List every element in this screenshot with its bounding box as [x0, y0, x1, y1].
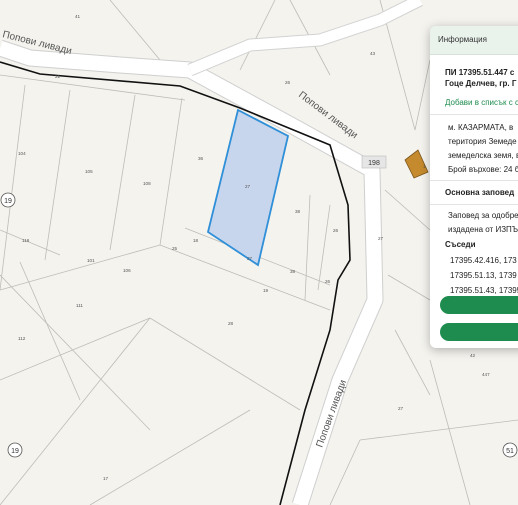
locality-marker-label: 19	[11, 448, 19, 455]
info-panel: Информация ПИ 17395.51.447 с Гоце Делчев…	[430, 26, 518, 348]
parcel-number: 104	[18, 151, 26, 156]
neighbors-line: 17395.51.43, 17395	[450, 286, 518, 295]
neighbors-line: 17395.42.416, 173	[450, 256, 517, 265]
locality-marker-label: 51	[506, 448, 514, 455]
primary-action-button[interactable]: П	[440, 296, 518, 314]
parcel-number: 27	[247, 256, 253, 261]
parcel-number: 43	[370, 51, 376, 56]
parcel-number: 36	[198, 156, 204, 161]
secondary-action-button[interactable]	[440, 323, 518, 341]
divider	[430, 204, 518, 205]
parcel-description-line: Брой върхове: 24 б	[448, 165, 518, 174]
parcel-number: 26	[285, 80, 291, 85]
parcel-number: 26	[325, 279, 331, 284]
parcel-number: 41	[75, 14, 81, 19]
parcel-number: 27	[378, 236, 384, 241]
info-panel-title: Информация	[438, 35, 487, 44]
parcel-number: 26	[333, 228, 339, 233]
parcel-number: 1	[423, 164, 426, 169]
parcel-number: 38	[295, 209, 301, 214]
parcel-location: Гоце Делчев, гр. Г	[445, 79, 517, 88]
locality-marker-label: 19	[4, 198, 12, 205]
basis-order-title: Основна заповед	[445, 188, 515, 197]
add-to-list-link[interactable]: Добави в списък с с	[445, 98, 518, 107]
parcel-number: 19	[263, 288, 269, 293]
info-panel-header: Информация	[430, 26, 518, 55]
parcel-number: 38	[290, 269, 296, 274]
neighbors-line: 17395.51.13, 1739	[450, 271, 517, 280]
parcel-description-line: земеделска земя, в	[448, 151, 518, 160]
parcel-number: 18	[193, 238, 199, 243]
parcel-id: ПИ 17395.51.447 с	[445, 68, 515, 77]
parcel-number: 27	[398, 406, 404, 411]
parcel-description-line: територия Земеде	[448, 137, 517, 146]
parcel-number: 25	[172, 246, 178, 251]
parcel-number: 17	[103, 476, 109, 481]
road-number: 198	[368, 160, 380, 167]
basis-order-line: Заповед за одобре	[448, 211, 518, 220]
parcel-number: 111	[76, 303, 83, 308]
parcel-number: 106	[123, 268, 131, 273]
parcel-number: 447	[482, 372, 490, 377]
parcel-number: 21	[55, 74, 61, 79]
parcel-number: 108	[143, 181, 151, 186]
parcel-number: 112	[18, 336, 26, 341]
parcel-number: 101	[87, 258, 95, 263]
neighbors-title: Съседи	[445, 240, 476, 249]
divider	[430, 114, 518, 115]
parcel-description-line: м. КАЗАРМАТА, в	[448, 123, 514, 132]
parcel-number: 105	[85, 169, 93, 174]
divider	[430, 180, 518, 181]
parcel-number: 116	[22, 238, 30, 243]
parcel-number: 27	[245, 184, 251, 189]
parcel-number: 28	[228, 321, 234, 326]
parcel-number: 42	[470, 353, 476, 358]
basis-order-line: издадена от ИЗПЪЛ	[448, 225, 518, 234]
